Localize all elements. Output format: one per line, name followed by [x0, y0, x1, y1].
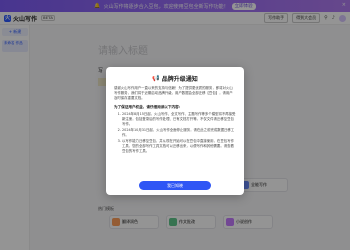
notice-list: 2024年8月15日起，火山写作、全文写作、主题写作等多个模型将不再接受新注册，…: [114, 112, 236, 154]
modal-title-text: 品牌升级通知: [161, 76, 198, 83]
confirm-button[interactable]: 我已知晓: [139, 181, 211, 190]
modal-title: 📢 品牌升级通知: [114, 74, 236, 83]
notice-item: 2024年8月15日起，火山写作、全文写作、主题写作等多个模型将不再接受新注册，…: [122, 112, 236, 127]
notice-item: 以写作能力迁移至豆包，并从现在开始可以在豆包中直接使用，在豆包写作工具，您的全部…: [122, 139, 236, 154]
scroll-fade: [106, 163, 244, 177]
notice-item: 2024年10月31日起，火山写作全面停止服务，请在此之前完成数据迁移工作。: [122, 128, 236, 138]
megaphone-icon: 📢: [152, 75, 160, 82]
modal-intro: 感谢火山写作用户一直以来的支持与信赖！为了提供更优质的服务，即将对火山写作服务，…: [114, 86, 233, 100]
modal-subtitle: 为了保证用户权益，请仔细阅读以下内容：: [114, 105, 183, 109]
brand-upgrade-modal: 📢 品牌升级通知 感谢火山写作用户一直以来的支持与信赖！为了提供更优质的服务，即…: [106, 67, 244, 195]
